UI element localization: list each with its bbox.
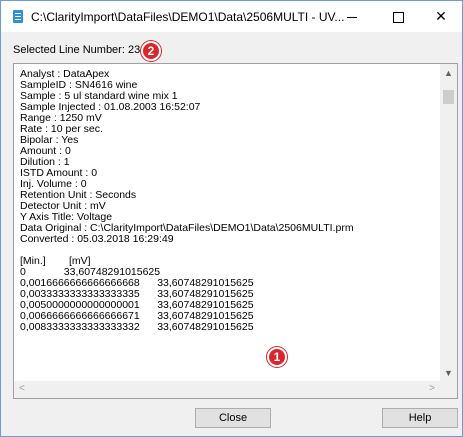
app-icon [13,10,23,23]
dialog-window: C:\ClarityImport\DataFiles\DEMO1\Data\25… [0,0,463,437]
text-line: 0,0083333333333333332 33,60748291015625 [20,321,254,333]
text-line: Converted : 05.03.2018 16:29:49 [20,233,174,245]
close-window-button[interactable]: ✕ [419,1,463,32]
scrollbar-corner [440,381,457,398]
scroll-right-icon[interactable]: > [429,383,435,394]
close-icon: ✕ [435,8,447,24]
minimize-button[interactable] [330,1,374,32]
selected-line-label: Selected Line Number: 23 [13,44,141,56]
callout-marker-1: 1 [267,347,287,367]
horizontal-scrollbar[interactable]: < > [14,381,440,398]
title-bar[interactable]: C:\ClarityImport\DataFiles\DEMO1\Data\25… [1,1,462,32]
scroll-left-icon[interactable]: < [19,383,25,394]
scroll-down-icon[interactable]: ▼ [440,368,457,378]
data-text-area[interactable]: Analyst : DataApex SampleID : SN4616 wine… [13,63,458,399]
maximize-button[interactable] [376,1,420,32]
minimize-icon [347,16,357,18]
callout-marker-2: 2 [141,41,161,61]
text-line: Amount : 0 [20,145,71,157]
text-lines: Analyst : DataApex SampleID : SN4616 wine… [20,69,354,333]
window-title: C:\ClarityImport\DataFiles\DEMO1\Data\25… [31,10,345,24]
vertical-scroll-thumb[interactable] [443,90,454,104]
maximize-icon [392,11,404,23]
scroll-up-icon[interactable]: ▲ [440,68,457,78]
help-button[interactable]: Help [382,408,458,428]
close-button[interactable]: Close [195,408,271,428]
vertical-scrollbar[interactable]: ▲ ▼ [440,64,457,382]
